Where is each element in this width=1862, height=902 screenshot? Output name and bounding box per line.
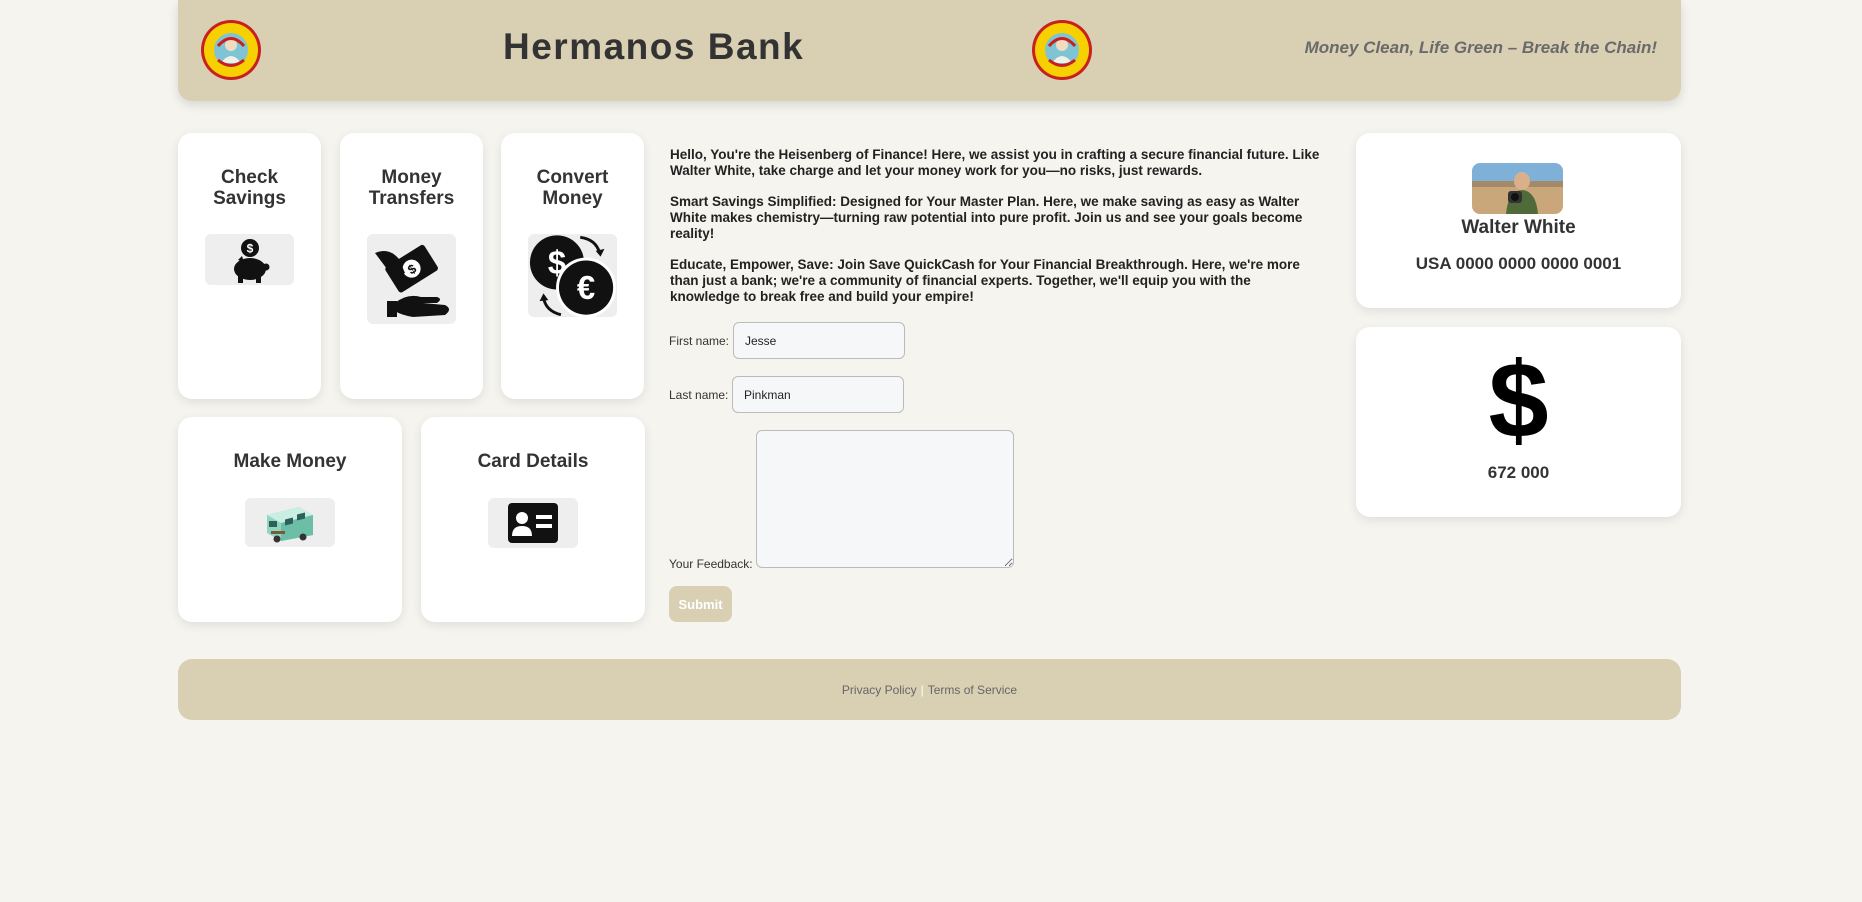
bank-title: Hermanos Bank: [503, 26, 805, 67]
last-name-input[interactable]: [732, 376, 904, 413]
card-title: Convert Money: [536, 167, 609, 209]
rv-camper-icon: [245, 498, 335, 547]
header: Hermanos Bank Money Clean, Life Green – …: [178, 0, 1681, 101]
balance-amount: 672 000: [1487, 463, 1550, 482]
feedback-textarea[interactable]: [756, 430, 1014, 568]
intro-paragraph: Hello, You're the Heisenberg of Finance!…: [670, 147, 1320, 178]
footer-separator: |: [920, 682, 924, 697]
tagline: Money Clean, Life Green – Break the Chai…: [1304, 38, 1657, 57]
footer: Privacy Policy | Terms of Service: [178, 659, 1681, 720]
profile-name: Walter White: [1461, 217, 1576, 238]
card-details-card[interactable]: Card Details: [421, 417, 645, 622]
convert-money-card[interactable]: Convert Money $ €: [501, 133, 644, 399]
card-title: Money Transfers: [368, 167, 455, 209]
check-savings-card[interactable]: Check Savings $: [178, 133, 321, 399]
svg-text:€: €: [577, 269, 595, 306]
id-card-icon: [488, 498, 578, 548]
los-pollos-logo: [201, 20, 261, 80]
last-name-label: Last name:: [669, 388, 729, 402]
card-title: Check Savings: [213, 167, 286, 209]
first-name-label: First name:: [669, 334, 730, 348]
avatar: [1472, 163, 1563, 214]
balance-card: $ 672 000: [1356, 327, 1681, 517]
privacy-policy-link[interactable]: Privacy Policy: [842, 683, 917, 697]
dollar-icon: $: [1488, 339, 1549, 460]
money-transfer-icon: $: [367, 234, 456, 324]
first-name-input[interactable]: [733, 322, 905, 359]
currency-exchange-icon: $ €: [528, 234, 617, 318]
intro-text: Hello, You're the Heisenberg of Finance!…: [670, 147, 1320, 320]
account-number: USA 0000 0000 0000 0001: [1415, 254, 1622, 273]
submit-button[interactable]: Submit: [669, 586, 732, 622]
piggy-bank-icon: $: [205, 234, 294, 285]
money-transfers-card[interactable]: Money Transfers $: [340, 133, 483, 399]
terms-of-service-link[interactable]: Terms of Service: [928, 683, 1017, 697]
card-title: Make Money: [233, 451, 347, 472]
make-money-card[interactable]: Make Money: [178, 417, 402, 622]
los-pollos-logo: [1032, 20, 1092, 80]
card-title: Card Details: [477, 451, 589, 472]
profile-card: Walter White USA 0000 0000 0000 0001: [1356, 133, 1681, 308]
intro-paragraph: Smart Savings Simplified: Designed for Y…: [670, 194, 1303, 241]
svg-text:$: $: [246, 241, 253, 255]
feedback-label: Your Feedback:: [669, 557, 753, 571]
intro-paragraph: Educate, Empower, Save: Join Save QuickC…: [670, 257, 1300, 304]
